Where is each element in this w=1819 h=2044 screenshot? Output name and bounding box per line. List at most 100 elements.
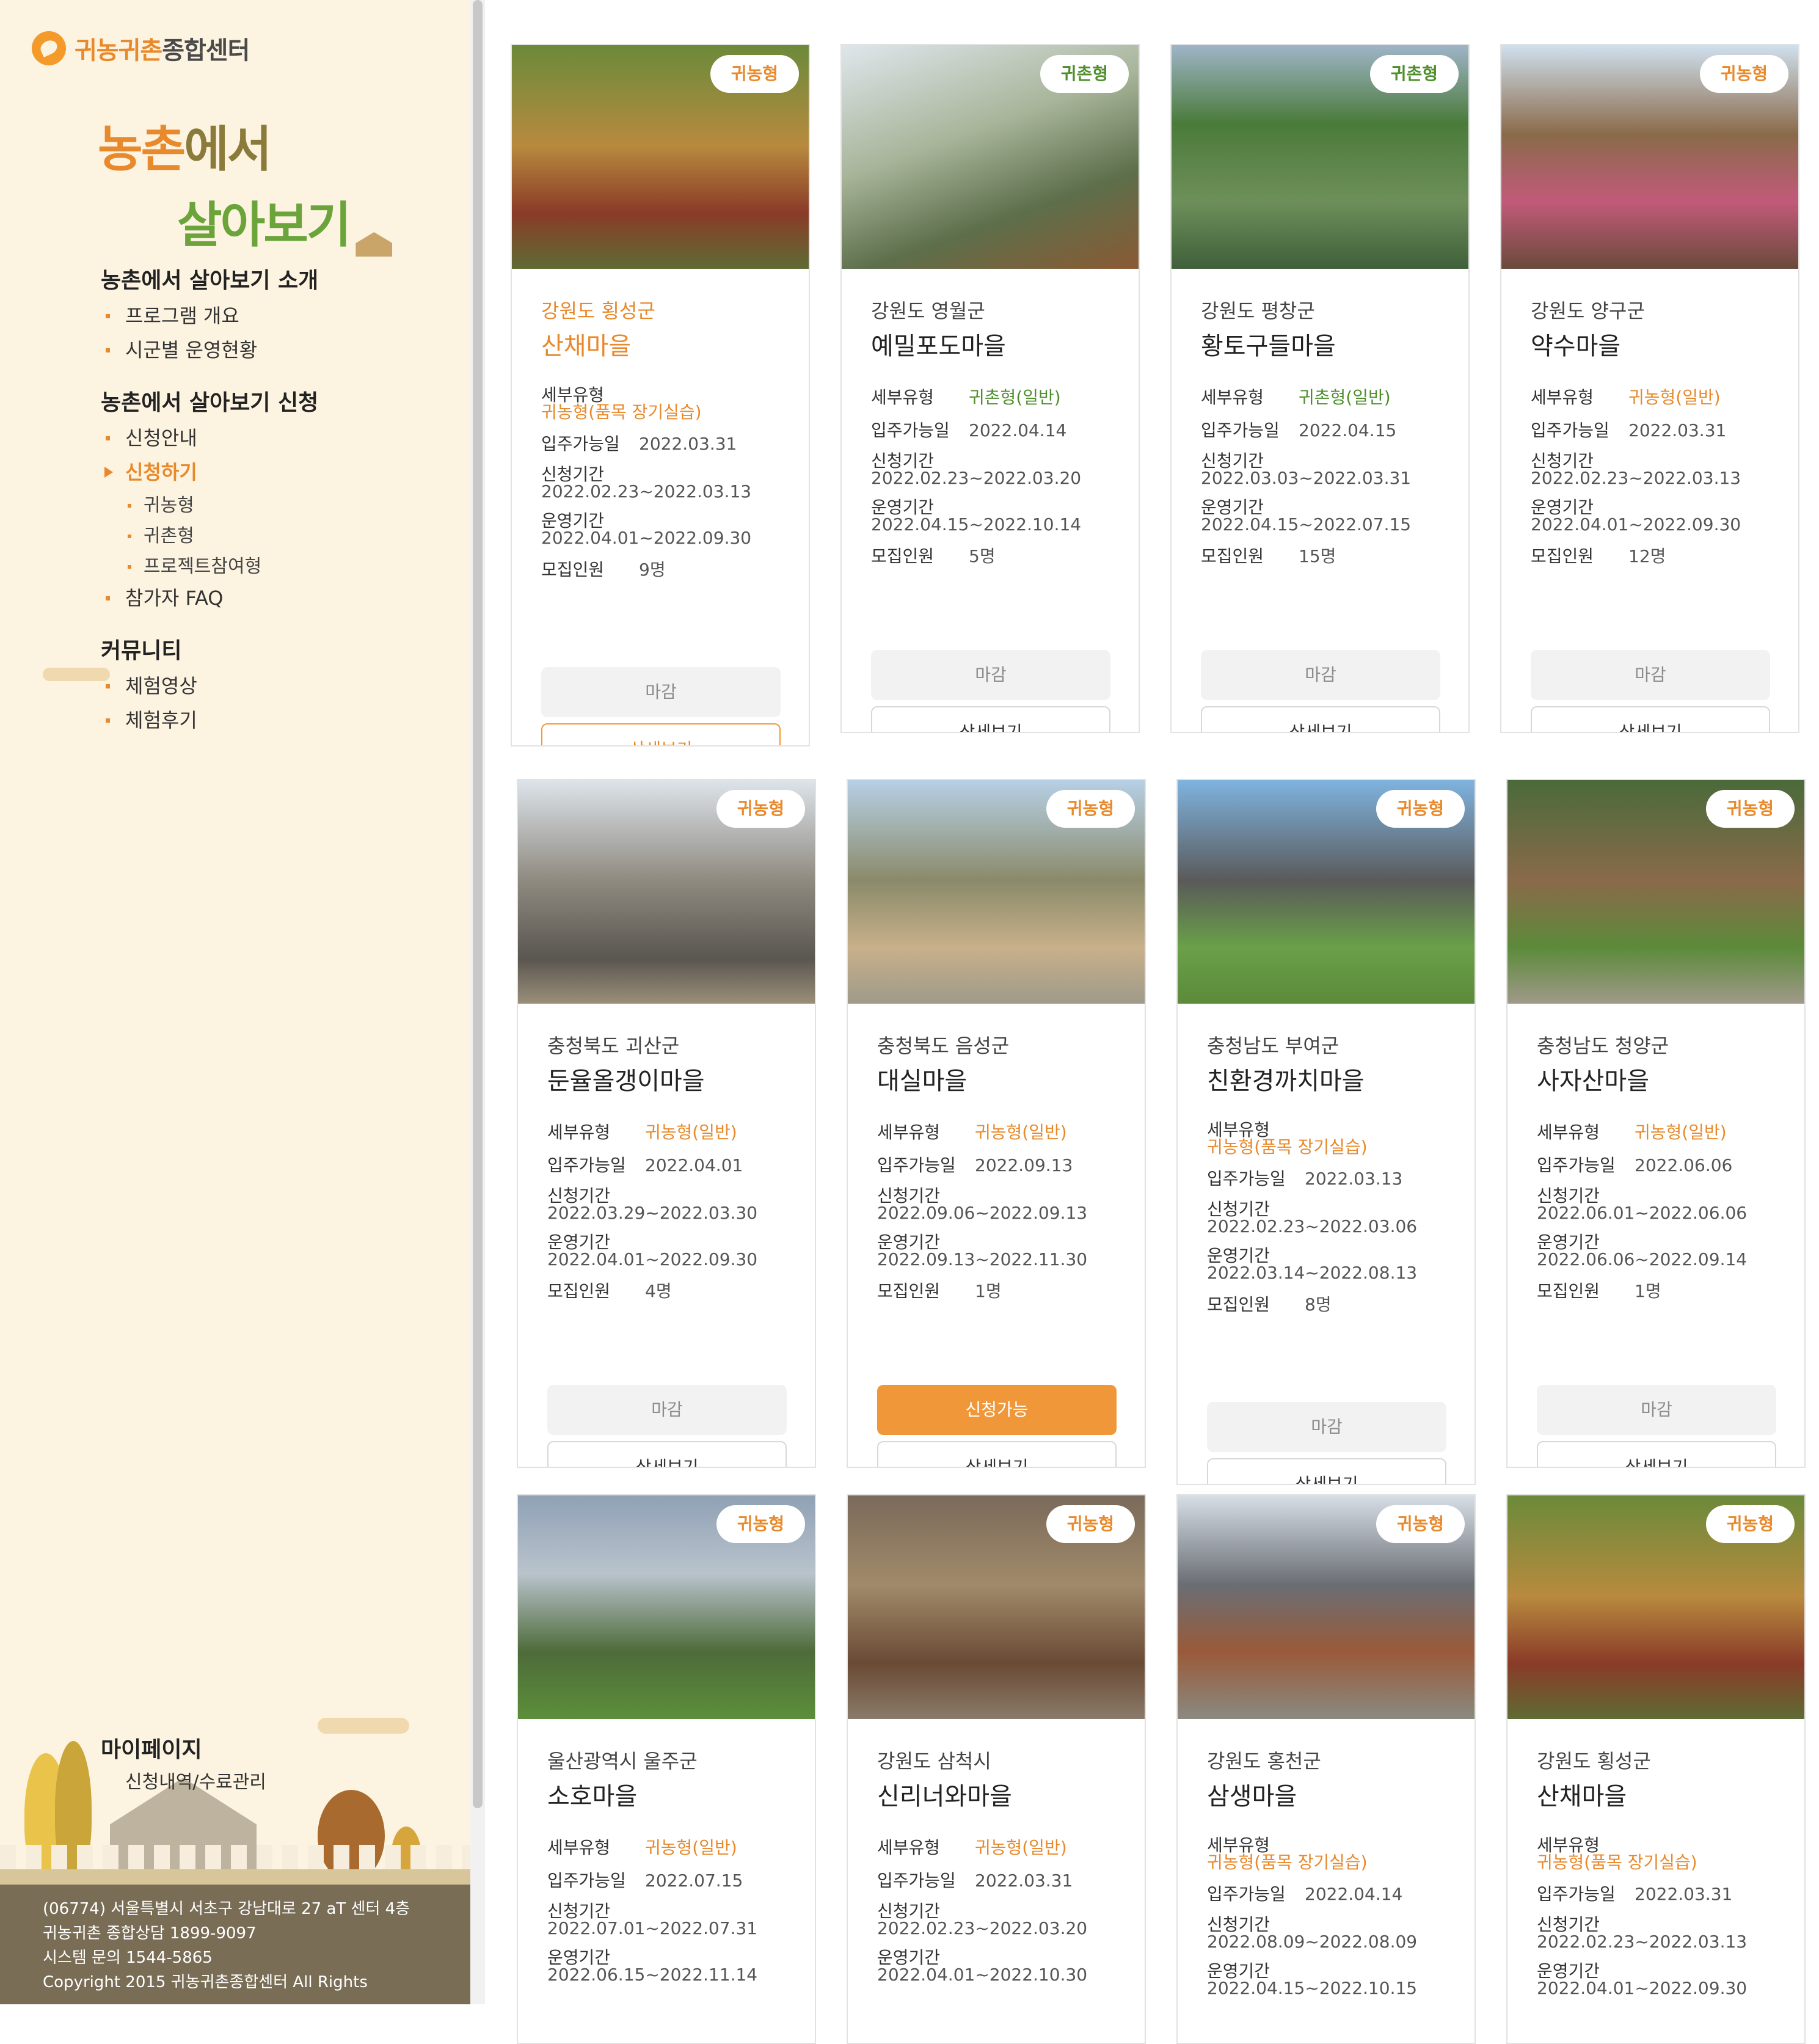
move-in-row-label: 입주가능일 xyxy=(547,1871,626,1891)
nav-item-faq[interactable]: 참가자 FAQ xyxy=(106,585,455,611)
program-card[interactable]: 귀농형 강원도 횡성군 산채마을 세부유형 귀농형(품목 장기실습) 입주가능일 2022.… xyxy=(511,44,810,746)
card-village-name[interactable]: 황토구들마을 xyxy=(1201,326,1336,362)
subtype-row: 세부유형 귀농형(일반) xyxy=(877,1122,1120,1143)
type-badge: 귀농형 xyxy=(716,790,805,828)
apply-period-row-label: 신청기간 xyxy=(547,1186,611,1206)
recruit-row-value: 1명 xyxy=(1635,1281,1661,1301)
nav-item-apply-now[interactable]: 신청하기 xyxy=(104,459,455,485)
program-card[interactable]: 귀농형 강원도 횡성군 산채마을 세부유형 귀농형(품목 장기실습) 입주가능일 2022.… xyxy=(1506,1494,1806,2044)
site-logo[interactable]: 귀농귀촌종합센터 xyxy=(32,31,250,66)
program-card[interactable]: 귀농형 강원도 홍천군 삼생마을 세부유형 귀농형(품목 장기실습) 입주가능일 2022.… xyxy=(1176,1494,1476,2044)
run-period-row-label: 운영기간 xyxy=(541,511,605,531)
recruit-row-value: 1명 xyxy=(975,1281,1002,1301)
card-village-name[interactable]: 약수마을 xyxy=(1531,326,1620,362)
move-in-row-label: 입주가능일 xyxy=(1201,420,1280,440)
card-village-name[interactable]: 소호마을 xyxy=(547,1776,637,1812)
sidebar-scroll-thumb[interactable] xyxy=(473,0,483,1808)
detail-button[interactable]: 상세보기 xyxy=(1207,1458,1446,1484)
apply-period-row-value: 2022.03.29~2022.03.30 xyxy=(547,1203,758,1223)
card-region: 충청남도 청양군 xyxy=(1537,1034,1669,1057)
move-in-row-label: 입주가능일 xyxy=(877,1155,956,1175)
card-region: 강원도 횡성군 xyxy=(541,299,655,323)
apply-period-row-value: 2022.02.23~2022.03.20 xyxy=(871,468,1082,488)
subtype-row-value: 귀농형(품목 장기실습) xyxy=(1207,1852,1368,1872)
subtype-row-value: 귀농형(일반) xyxy=(1628,387,1721,407)
mypage-sub-item[interactable]: 신청내역/수료관리 xyxy=(125,1767,266,1794)
detail-button[interactable]: 상세보기 xyxy=(1201,706,1440,732)
nav-sub-project-type[interactable]: 프로젝트참여형 xyxy=(128,555,455,579)
detail-button[interactable]: 상세보기 xyxy=(541,723,781,745)
nav-section-apply[interactable]: 농촌에서 살아보기 신청 xyxy=(101,385,455,417)
detail-button[interactable]: 상세보기 xyxy=(877,1441,1117,1467)
subtype-row-label: 세부유형 xyxy=(1207,1120,1270,1140)
detail-button[interactable]: 상세보기 xyxy=(547,1441,787,1467)
apply-period-row-value: 2022.07.01~2022.07.31 xyxy=(547,1918,758,1938)
mypage-title[interactable]: 마이페이지 xyxy=(101,1732,202,1764)
recruit-row-value: 4명 xyxy=(645,1281,672,1301)
nav-section-community[interactable]: 커뮤니티 xyxy=(101,633,455,665)
recruit-row: 모집인원 4명 xyxy=(547,1281,790,1302)
program-card[interactable]: 귀농형 울산광역시 울주군 소호마을 세부유형 귀농형(일반) 입주가능일 2022.07.… xyxy=(517,1494,816,2044)
nav-item-reviews[interactable]: 체험후기 xyxy=(106,707,455,733)
run-period-row-value: 2022.04.01~2022.09.30 xyxy=(541,528,752,548)
apply-period-row-value: 2022.02.23~2022.03.13 xyxy=(541,481,752,502)
nav-item-program-overview[interactable]: 프로그램 개요 xyxy=(106,303,455,329)
recruit-row-label: 모집인원 xyxy=(1207,1294,1270,1315)
card-village-name[interactable]: 대실마을 xyxy=(877,1061,967,1097)
detail-button[interactable]: 상세보기 xyxy=(1537,1441,1776,1467)
detail-button[interactable]: 상세보기 xyxy=(871,706,1110,732)
program-card[interactable]: 귀농형 충청남도 청양군 사자산마을 세부유형 귀농형(일반) 입주가능일 2022.06.… xyxy=(1506,779,1806,1468)
program-card[interactable]: 귀농형 충청북도 괴산군 둔율올갱이마을 세부유형 귀농형(일반) 입주가능일 2022.0… xyxy=(517,779,816,1468)
subtype-row: 세부유형 귀농형(일반) xyxy=(1537,1122,1780,1143)
run-period-row: 운영기간 2022.06.15~2022.11.14 xyxy=(547,1949,790,1984)
move-in-row-value: 2022.03.31 xyxy=(639,434,737,454)
hero-title: 농촌에서 살아보기 xyxy=(98,110,393,257)
program-card[interactable]: 귀촌형 강원도 영월군 예밀포도마을 세부유형 귀촌형(일반) 입주가능일 2022.04.… xyxy=(840,44,1140,733)
card-village-name[interactable]: 산채마을 xyxy=(541,326,631,362)
nav-item-apply-guide[interactable]: 신청안내 xyxy=(106,425,455,451)
nav-sub-village-type[interactable]: 귀촌형 xyxy=(128,524,455,549)
program-card[interactable]: 귀농형 강원도 삼척시 신리너와마을 세부유형 귀농형(일반) 입주가능일 2022.03.… xyxy=(847,1494,1146,2044)
subtype-row-value: 귀농형(품목 장기실습) xyxy=(1537,1852,1697,1872)
apply-available-button[interactable]: 신청가능 xyxy=(877,1385,1117,1435)
move-in-row-label: 입주가능일 xyxy=(1207,1169,1286,1189)
subtype-row-value: 귀농형(일반) xyxy=(975,1838,1067,1858)
subtype-row-label: 세부유형 xyxy=(877,1838,941,1858)
nav-sub-farm-type[interactable]: 귀농형 xyxy=(128,494,455,518)
apply-period-row-label: 신청기간 xyxy=(1537,1186,1600,1206)
run-period-row-value: 2022.04.15~2022.07.15 xyxy=(1201,514,1412,535)
program-card[interactable]: 귀농형 강원도 양구군 약수마을 세부유형 귀농형(일반) 입주가능일 2022.03.31… xyxy=(1500,44,1799,733)
subtype-row-value: 귀농형(일반) xyxy=(1635,1122,1727,1142)
card-village-name[interactable]: 삼생마을 xyxy=(1207,1776,1297,1812)
subtype-row: 세부유형 귀농형(품목 장기실습) xyxy=(1207,1837,1450,1872)
card-info: 세부유형 귀촌형(일반) 입주가능일 2022.04.14 신청기간 2022.02.23… xyxy=(871,387,1114,579)
subtype-row-label: 세부유형 xyxy=(877,1122,941,1142)
nav-section-intro[interactable]: 농촌에서 살아보기 소개 xyxy=(101,263,455,294)
move-in-row-label: 입주가능일 xyxy=(1207,1884,1286,1904)
detail-button[interactable]: 상세보기 xyxy=(1531,706,1770,732)
subtype-row-value: 귀농형(일반) xyxy=(975,1122,1067,1142)
nav-item-region-status[interactable]: 시군별 운영현황 xyxy=(106,337,455,363)
card-village-name[interactable]: 산채마을 xyxy=(1537,1776,1627,1812)
card-village-name[interactable]: 친환경까치마을 xyxy=(1207,1061,1365,1097)
run-period-row-label: 운영기간 xyxy=(877,1232,941,1252)
program-card[interactable]: 귀농형 충청북도 음성군 대실마을 세부유형 귀농형(일반) 입주가능일 2022.09.1… xyxy=(847,779,1146,1468)
run-period-row-label: 운영기간 xyxy=(1201,497,1264,517)
program-card[interactable]: 귀촌형 강원도 평창군 황토구들마을 세부유형 귀촌형(일반) 입주가능일 2022.04.… xyxy=(1170,44,1470,733)
subtype-row-label: 세부유형 xyxy=(1537,1835,1600,1855)
type-badge: 귀촌형 xyxy=(1040,55,1129,93)
type-badge: 귀촌형 xyxy=(1369,55,1459,93)
program-card[interactable]: 귀농형 충청남도 부여군 친환경까치마을 세부유형 귀농형(품목 장기실습) 입주가능일 2… xyxy=(1176,779,1476,1485)
recruit-row-label: 모집인원 xyxy=(1537,1281,1600,1301)
card-village-name[interactable]: 사자산마을 xyxy=(1537,1061,1649,1097)
closed-button: 마감 xyxy=(1531,650,1770,700)
card-village-name[interactable]: 예밀포도마을 xyxy=(871,326,1006,362)
nav-item-videos[interactable]: 체험영상 xyxy=(106,673,455,699)
card-village-name[interactable]: 신리너와마을 xyxy=(877,1776,1012,1812)
apply-period-row-label: 신청기간 xyxy=(1207,1914,1270,1935)
move-in-row: 입주가능일 2022.04.01 xyxy=(547,1155,790,1176)
card-info: 세부유형 귀농형(품목 장기실습) 입주가능일 2022.03.31 신청기간 2022.… xyxy=(1537,1835,1780,2010)
card-village-name[interactable]: 둔율올갱이마을 xyxy=(547,1061,705,1097)
closed-button: 마감 xyxy=(547,1385,787,1435)
move-in-row-value: 2022.04.14 xyxy=(1305,1884,1403,1904)
